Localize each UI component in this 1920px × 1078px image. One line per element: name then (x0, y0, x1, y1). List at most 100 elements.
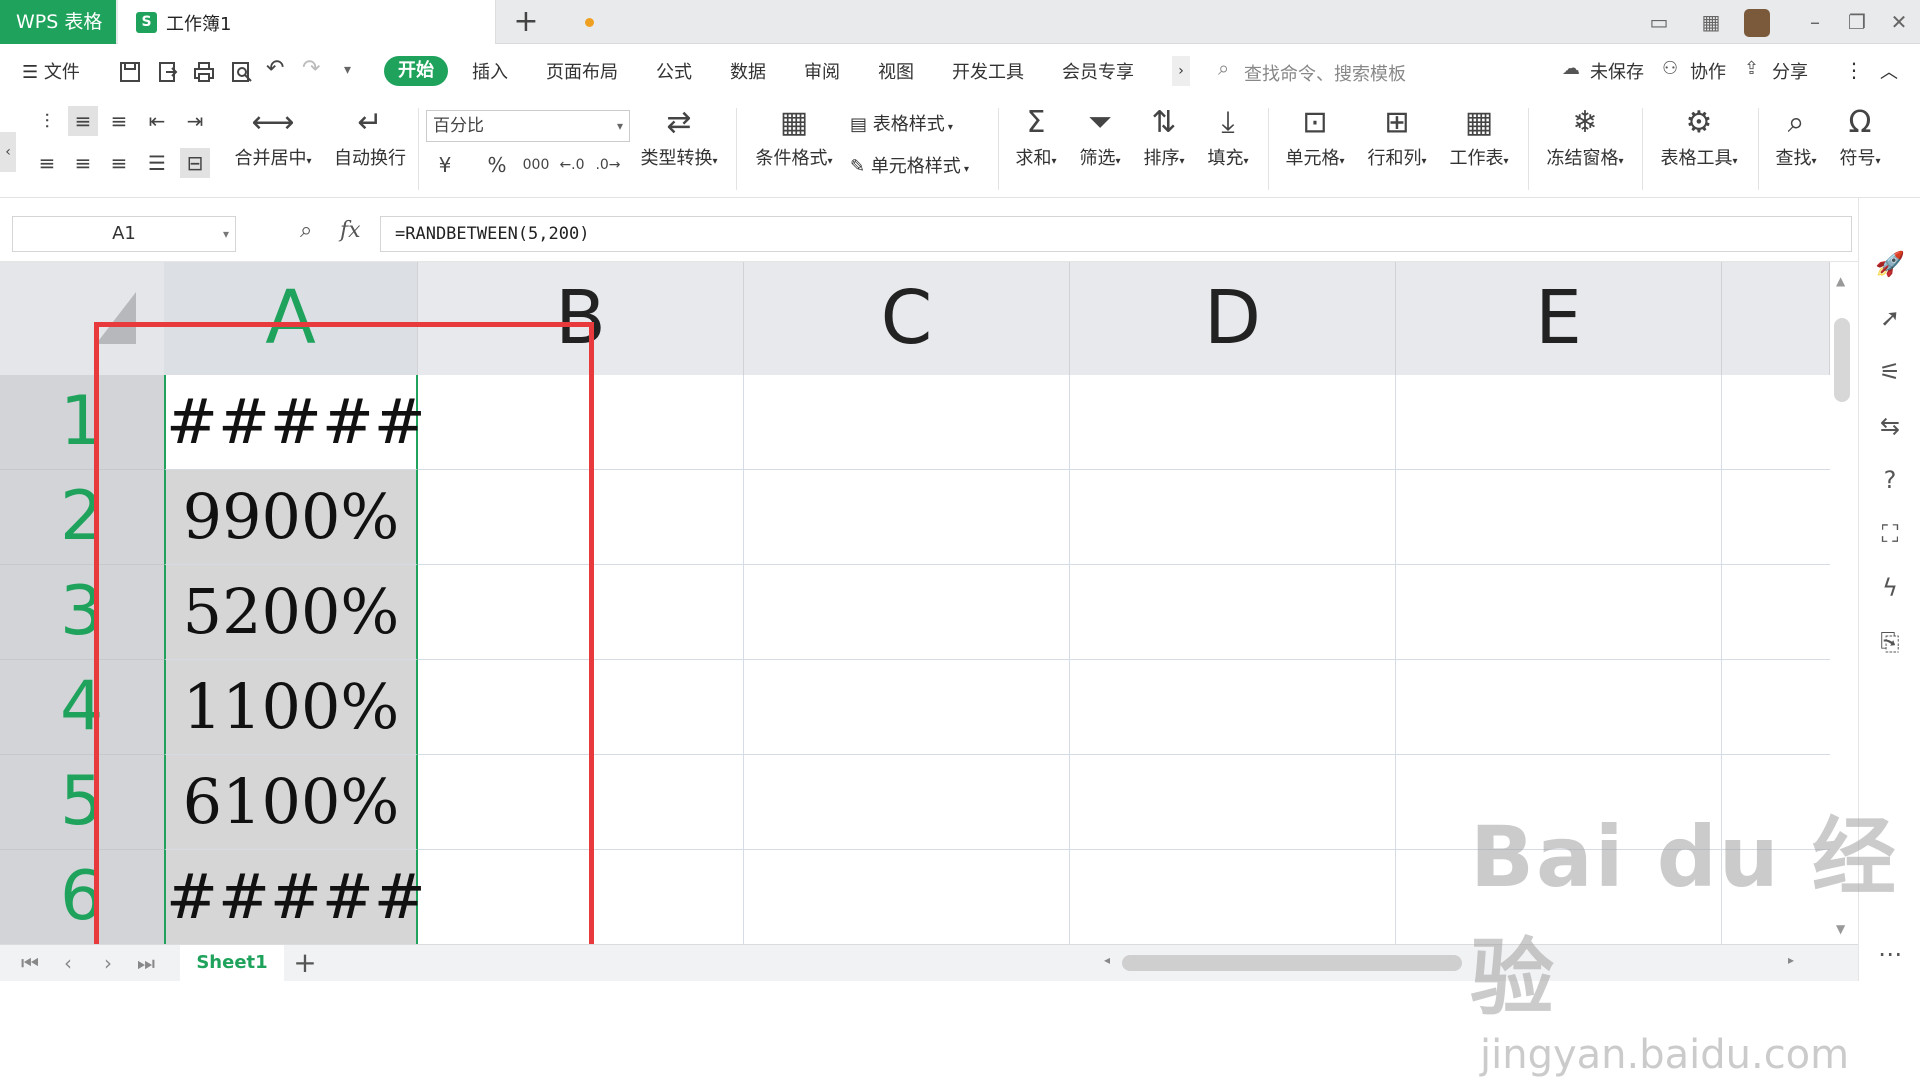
tab-developer[interactable]: 开发工具 (952, 58, 1024, 84)
thousands-button[interactable]: 000 (518, 150, 554, 180)
sheet-tab[interactable]: Sheet1 (180, 945, 284, 981)
currency-button[interactable]: ¥ (430, 150, 460, 180)
layout-icon[interactable]: ▭ (1644, 8, 1674, 36)
restore-icon[interactable]: ❐ (1842, 8, 1872, 36)
table-style-button[interactable]: ▤ 表格样式 ▾ (850, 110, 953, 136)
row-header[interactable]: 6 (0, 850, 164, 944)
find-button[interactable]: ⌕ 查找▾ (1770, 106, 1822, 170)
transform-icon[interactable]: ⇆ (1874, 410, 1906, 442)
row-header[interactable]: 2 (0, 470, 164, 565)
print-preview-icon[interactable] (230, 60, 254, 84)
tab-formulas[interactable]: 公式 (656, 58, 692, 84)
avatar[interactable] (1744, 9, 1770, 37)
merge-center-button[interactable]: ⟷ 合并居中▾ (228, 106, 318, 170)
select-all-corner[interactable] (0, 262, 164, 375)
new-tab-button[interactable]: + (508, 4, 544, 40)
cursor-icon[interactable]: ➚ (1874, 302, 1906, 334)
tab-page-layout[interactable]: 页面布局 (546, 58, 618, 84)
app-tab[interactable]: WPS 表格 (0, 0, 116, 44)
cell-style-button[interactable]: ✎ 单元格样式 ▾ (850, 152, 969, 178)
empty-cells[interactable] (418, 375, 1830, 944)
tab-insert[interactable]: 插入 (472, 58, 508, 84)
row-header[interactable]: 4 (0, 660, 164, 755)
conditional-format-button[interactable]: ▦ 条件格式▾ (750, 106, 838, 170)
symbol-button[interactable]: Ω 符号▾ (1834, 106, 1886, 170)
tab-review[interactable]: 审阅 (804, 58, 840, 84)
column-header-a[interactable]: A (164, 262, 418, 375)
column-header-c[interactable]: C (744, 262, 1070, 375)
settings-sliders-icon[interactable]: ⚟ (1874, 356, 1906, 388)
help-icon[interactable]: ? (1874, 464, 1906, 496)
redo-icon[interactable]: ↷ (302, 56, 326, 81)
close-icon[interactable]: ✕ (1884, 8, 1914, 36)
fx-icon[interactable]: fx (340, 218, 361, 243)
decrease-decimal-icon[interactable]: .0→ (592, 150, 624, 180)
tab-data[interactable]: 数据 (730, 58, 766, 84)
sort-button[interactable]: ⇅ 排序▾ (1136, 106, 1192, 170)
share-button[interactable]: 分享 (1772, 58, 1808, 84)
more-icon[interactable]: ⋯ (1874, 938, 1906, 970)
align-left-icon[interactable]: ≡ (32, 148, 62, 178)
distribute-icon[interactable]: ⊟ (180, 148, 210, 178)
cell-a1[interactable]: ##### (164, 375, 426, 470)
row-header[interactable]: 5 (0, 755, 164, 850)
more-icon[interactable]: ⋮ (1844, 58, 1864, 82)
column-header-b[interactable]: B (418, 262, 744, 375)
formula-input[interactable]: =RANDBETWEEN(5,200) (380, 216, 1852, 252)
add-sheet-button[interactable]: + (290, 947, 320, 979)
percent-button[interactable]: % (482, 150, 512, 180)
cell-a3[interactable]: 5200% (164, 565, 418, 660)
align-bottom-icon[interactable]: ≡ (104, 106, 134, 136)
cell-a2[interactable]: 9900% (164, 470, 418, 565)
name-box[interactable]: A1 ▾ (12, 216, 236, 252)
increase-decimal-icon[interactable]: ←.0 (556, 150, 588, 180)
shop-icon[interactable]: ⛶ (1874, 518, 1906, 550)
align-middle-icon[interactable]: ≡ (68, 106, 98, 136)
scroll-thumb[interactable] (1122, 955, 1462, 971)
document-tab[interactable]: S 工作簿1 (118, 0, 594, 44)
type-convert-button[interactable]: ⇄ 类型转换▾ (634, 106, 724, 170)
print-icon[interactable] (192, 60, 216, 84)
align-center-icon[interactable]: ≡ (68, 148, 98, 178)
indent-increase-icon[interactable]: ⇥ (180, 106, 210, 136)
cell-a5[interactable]: 6100% (164, 755, 418, 850)
book-search-icon[interactable]: ⎘ (1874, 626, 1906, 658)
worksheet-button[interactable]: ▦ 工作表▾ (1444, 106, 1514, 170)
tab-view[interactable]: 视图 (878, 58, 914, 84)
minimize-icon[interactable]: – (1800, 8, 1830, 36)
freeze-panes-button[interactable]: ❄ 冻结窗格▾ (1540, 106, 1630, 170)
column-header-d[interactable]: D (1070, 262, 1396, 375)
indent-decrease-icon[interactable]: ⇤ (142, 106, 172, 136)
column-header-e[interactable]: E (1396, 262, 1722, 375)
tab-member[interactable]: 会员专享 (1062, 58, 1134, 84)
first-sheet-icon[interactable]: ⏮ (18, 951, 42, 975)
row-header[interactable]: 3 (0, 565, 164, 660)
prev-sheet-icon[interactable]: ‹ (56, 951, 80, 975)
apps-grid-icon[interactable]: ▦ (1696, 8, 1726, 36)
collapse-ribbon-icon[interactable]: ︿ (1880, 58, 1898, 84)
zoom-icon[interactable]: ⌕ (300, 218, 312, 243)
filter-button[interactable]: ⏷ 筛选▾ (1072, 106, 1128, 170)
customize-dropdown-icon[interactable]: ▾ (344, 62, 368, 86)
justify-icon[interactable]: ☰ (142, 148, 172, 178)
scroll-left-icon[interactable]: ‹ (0, 132, 16, 172)
rocket-icon[interactable]: 🚀 (1874, 248, 1906, 280)
cell-a6[interactable]: ##### (164, 850, 426, 944)
command-search-input[interactable]: 查找命令、搜索模板 (1244, 60, 1406, 86)
sum-button[interactable]: Σ 求和▾ (1008, 106, 1064, 170)
row-col-button[interactable]: ⊞ 行和列▾ (1362, 106, 1432, 170)
last-sheet-icon[interactable]: ⏭ (134, 951, 158, 975)
align-top-icon[interactable]: ⫶ (32, 106, 62, 136)
column-header-f[interactable] (1722, 262, 1830, 375)
horizontal-scrollbar[interactable]: ◂ ▸ (1100, 953, 1794, 973)
next-sheet-icon[interactable]: › (96, 951, 120, 975)
fill-button[interactable]: ⤓ 填充▾ (1200, 106, 1256, 170)
save-icon[interactable] (118, 60, 142, 84)
scroll-thumb[interactable] (1834, 318, 1850, 402)
undo-icon[interactable]: ↶ (266, 56, 290, 81)
lightning-icon[interactable]: ϟ (1874, 572, 1906, 604)
vertical-scrollbar[interactable]: ▲ ▼ (1830, 262, 1856, 944)
row-header[interactable]: 1 (0, 375, 164, 470)
export-icon[interactable] (156, 60, 180, 84)
cell-button[interactable]: ⊡ 单元格▾ (1280, 106, 1350, 170)
